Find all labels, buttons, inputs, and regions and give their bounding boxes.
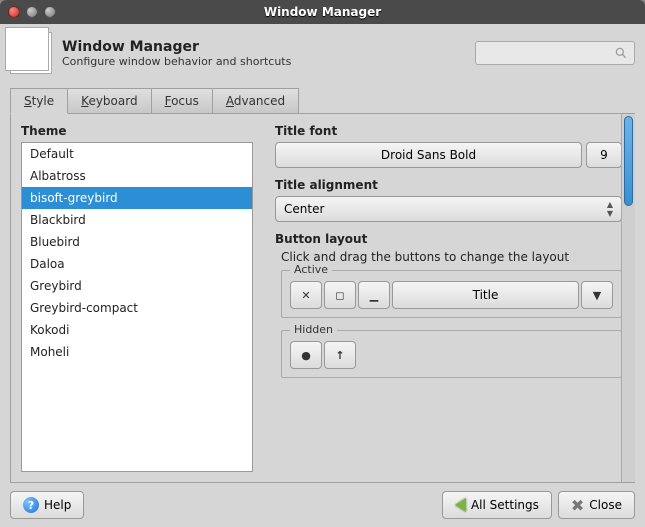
wm-close-button[interactable]: ✕: [290, 281, 322, 309]
title-align-combo[interactable]: Center ▲▼: [275, 196, 622, 222]
wm-menu-button[interactable]: ▼: [581, 281, 613, 309]
wm-title-slot[interactable]: Title: [392, 281, 579, 309]
wm-minimize-button[interactable]: ▁: [358, 281, 390, 309]
tab-style[interactable]: Style: [10, 88, 68, 114]
scrollbar[interactable]: [621, 114, 635, 482]
all-settings-button[interactable]: All Settings: [442, 491, 552, 519]
page-subtitle: Configure window behavior and shortcuts: [62, 55, 291, 68]
title-align-value: Center: [284, 202, 324, 216]
page-title: Window Manager: [62, 39, 291, 55]
tab-row: Style Keyboard Focus Advanced: [0, 88, 645, 113]
chevron-updown-icon: ▲▼: [607, 200, 613, 218]
close-icon: ✖: [571, 496, 584, 515]
wm-maximize-button[interactable]: ◻: [324, 281, 356, 309]
theme-list[interactable]: Default Albatross bisoft-greybird Blackb…: [21, 142, 253, 472]
tab-panel-style: Theme Default Albatross bisoft-greybird …: [10, 113, 635, 483]
hidden-legend: Hidden: [290, 323, 337, 336]
theme-item[interactable]: Default: [22, 143, 252, 165]
hidden-group: Hidden ● ↑: [281, 330, 622, 378]
maximize-icon: ◻: [335, 289, 344, 302]
theme-item[interactable]: Greybird: [22, 275, 252, 297]
footer: ? Help All Settings ✖ Close: [0, 483, 645, 527]
chevron-down-icon: ▼: [593, 289, 601, 302]
help-button[interactable]: ? Help: [10, 491, 84, 519]
close-button[interactable]: ✖ Close: [558, 491, 635, 519]
app-icon: [10, 32, 52, 74]
tab-keyboard[interactable]: Keyboard: [67, 88, 151, 113]
theme-item[interactable]: Daloa: [22, 253, 252, 275]
button-layout-hint: Click and drag the buttons to change the…: [281, 250, 622, 264]
window-title: Window Manager: [0, 5, 645, 19]
theme-item[interactable]: Albatross: [22, 165, 252, 187]
theme-item[interactable]: Blackbird: [22, 209, 252, 231]
tab-focus[interactable]: Focus: [151, 88, 213, 113]
wm-shade-button[interactable]: ↑: [324, 341, 356, 369]
active-group: Active ✕ ◻ ▁ Title ▼: [281, 270, 622, 318]
help-icon: ?: [23, 497, 39, 513]
close-x-icon: ✕: [301, 289, 310, 302]
theme-item[interactable]: Kokodi: [22, 319, 252, 341]
theme-label: Theme: [21, 124, 253, 138]
wm-stick-button[interactable]: ●: [290, 341, 322, 369]
theme-item[interactable]: Moheli: [22, 341, 252, 363]
tab-advanced[interactable]: Advanced: [212, 88, 299, 113]
font-size-button[interactable]: 9: [586, 142, 622, 168]
search-icon: [614, 46, 628, 60]
theme-item[interactable]: Bluebird: [22, 231, 252, 253]
theme-item[interactable]: Greybird-compact: [22, 297, 252, 319]
title-align-label: Title alignment: [275, 178, 622, 192]
back-arrow-icon: [455, 498, 466, 512]
arrow-up-icon: ↑: [335, 349, 344, 362]
title-font-label: Title font: [275, 124, 622, 138]
button-layout-label: Button layout: [275, 232, 622, 246]
search-input[interactable]: [475, 41, 635, 65]
theme-item[interactable]: bisoft-greybird: [22, 187, 252, 209]
font-chooser-button[interactable]: Droid Sans Bold: [275, 142, 582, 168]
scrollbar-thumb[interactable]: [624, 116, 633, 206]
header: Window Manager Configure window behavior…: [0, 24, 645, 82]
titlebar: Window Manager: [0, 0, 645, 24]
minimize-icon: ▁: [370, 289, 378, 302]
dot-icon: ●: [301, 349, 311, 362]
active-legend: Active: [290, 263, 332, 276]
